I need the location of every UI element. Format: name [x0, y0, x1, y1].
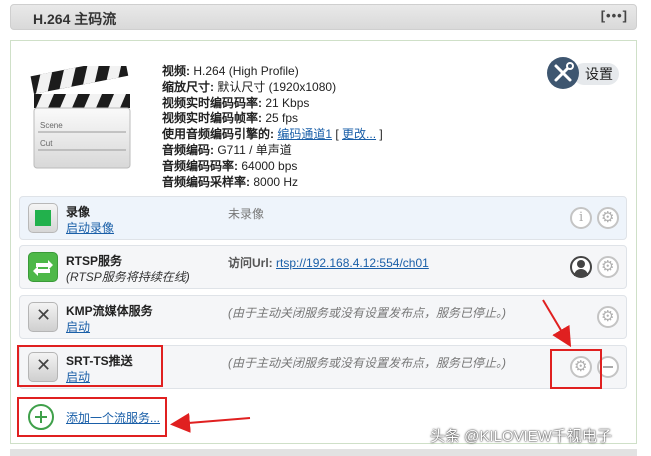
bottom-bar	[10, 449, 637, 456]
arrow-to-gear	[542, 299, 572, 348]
arrow-to-add	[170, 412, 251, 433]
watermark: 头条 @KILOVIEW千视电子	[430, 428, 612, 445]
annotation-arrows	[170, 299, 572, 433]
